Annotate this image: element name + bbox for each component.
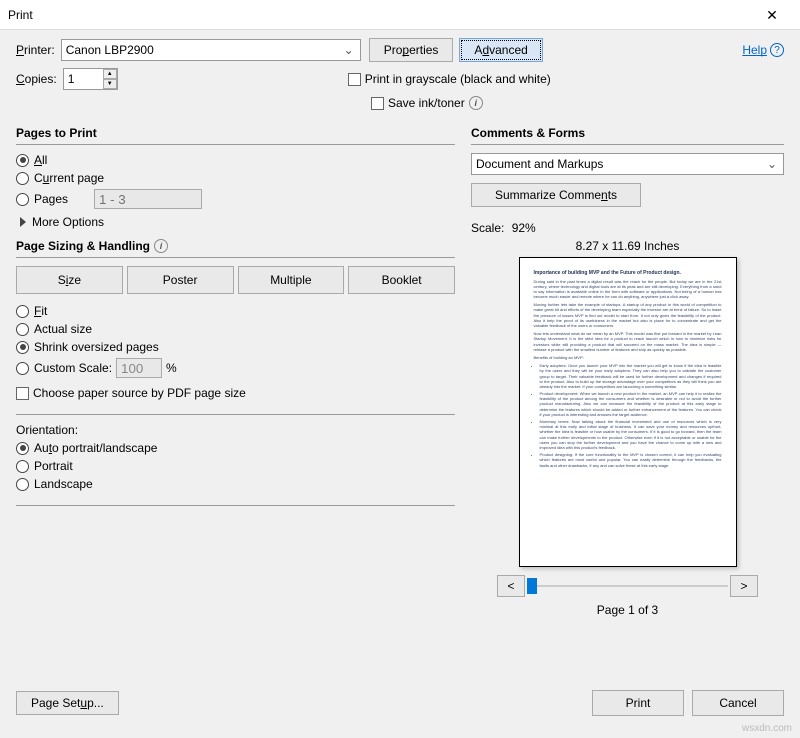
window-title: Print bbox=[8, 8, 33, 22]
summarize-button[interactable]: Summarize Comments bbox=[471, 183, 641, 207]
slider-thumb[interactable] bbox=[527, 578, 537, 594]
prev-page-button[interactable]: < bbox=[497, 575, 525, 597]
more-options[interactable]: More Options bbox=[20, 215, 455, 229]
copies-value: 1 bbox=[68, 72, 75, 86]
titlebar: Print ✕ bbox=[0, 0, 800, 30]
next-page-button[interactable]: > bbox=[730, 575, 758, 597]
scale-value: 92% bbox=[512, 221, 536, 235]
radio-actual[interactable] bbox=[16, 323, 29, 336]
radio-current[interactable] bbox=[16, 172, 29, 185]
tab-multiple[interactable]: Multiple bbox=[238, 266, 345, 294]
printer-select[interactable]: Canon LBP2900 ⌄ bbox=[61, 39, 361, 61]
tab-booklet[interactable]: Booklet bbox=[348, 266, 455, 294]
grayscale-label: Print in grayscale (black and white) bbox=[365, 72, 551, 86]
radio-landscape[interactable] bbox=[16, 478, 29, 491]
help-icon: ? bbox=[770, 43, 784, 57]
tab-poster[interactable]: Poster bbox=[127, 266, 234, 294]
help-link[interactable]: Help ? bbox=[742, 43, 784, 57]
page-indicator: Page 1 of 3 bbox=[471, 603, 784, 617]
radio-all[interactable] bbox=[16, 154, 29, 167]
radio-pages[interactable] bbox=[16, 193, 29, 206]
page-preview: Importance of building MVP and the Futur… bbox=[519, 257, 737, 567]
scale-label: Scale: bbox=[471, 221, 504, 235]
custom-scale-input[interactable] bbox=[116, 358, 162, 378]
print-button[interactable]: Print bbox=[592, 690, 684, 716]
properties-button[interactable]: Properties bbox=[369, 38, 454, 62]
close-icon: ✕ bbox=[766, 8, 778, 22]
printer-value: Canon LBP2900 bbox=[66, 43, 154, 57]
info-icon-sizing[interactable]: i bbox=[154, 239, 168, 253]
info-icon[interactable]: i bbox=[469, 96, 483, 110]
custom-scale-label: Custom Scale: bbox=[34, 361, 112, 375]
watermark: wsxdn.com bbox=[742, 723, 792, 734]
copies-input[interactable]: 1 ▲ ▼ bbox=[63, 68, 118, 90]
radio-shrink[interactable] bbox=[16, 341, 29, 354]
printer-label: Printer: bbox=[16, 43, 55, 57]
saveink-label: Save ink/toner bbox=[388, 96, 465, 110]
advanced-button[interactable]: Advanced bbox=[459, 38, 542, 62]
grayscale-checkbox[interactable] bbox=[348, 73, 361, 86]
pages-label: Pages bbox=[34, 192, 68, 206]
tab-size[interactable]: Size bbox=[16, 266, 123, 294]
help-label: Help bbox=[742, 43, 767, 57]
chevron-down-icon: ⌄ bbox=[765, 157, 779, 171]
chevron-down-icon: ⌄ bbox=[342, 43, 356, 57]
pages-heading: Pages to Print bbox=[16, 126, 455, 140]
copies-up[interactable]: ▲ bbox=[103, 69, 117, 79]
comments-value: Document and Markups bbox=[476, 157, 603, 171]
paper-source-label: Choose paper source by PDF page size bbox=[33, 386, 246, 400]
radio-fit[interactable] bbox=[16, 305, 29, 318]
percent-label: % bbox=[166, 361, 177, 375]
saveink-checkbox[interactable] bbox=[371, 97, 384, 110]
comments-select[interactable]: Document and Markups ⌄ bbox=[471, 153, 784, 175]
triangle-right-icon bbox=[20, 217, 26, 227]
copies-label: Copies: bbox=[16, 72, 57, 86]
orientation-heading: Orientation: bbox=[16, 423, 455, 437]
radio-portrait[interactable] bbox=[16, 460, 29, 473]
sizing-heading: Page Sizing & Handling bbox=[16, 239, 150, 253]
close-button[interactable]: ✕ bbox=[752, 1, 792, 29]
cancel-button[interactable]: Cancel bbox=[692, 690, 784, 716]
page-slider[interactable] bbox=[527, 575, 728, 597]
copies-down[interactable]: ▼ bbox=[103, 79, 117, 89]
pages-input[interactable] bbox=[94, 189, 202, 209]
radio-custom[interactable] bbox=[16, 362, 29, 375]
preview-dimensions: 8.27 x 11.69 Inches bbox=[471, 239, 784, 253]
paper-source-checkbox[interactable] bbox=[16, 387, 29, 400]
radio-auto[interactable] bbox=[16, 442, 29, 455]
more-options-label: More Options bbox=[32, 215, 104, 229]
comments-heading: Comments & Forms bbox=[471, 126, 784, 140]
page-setup-button[interactable]: Page Setup... bbox=[16, 691, 119, 715]
